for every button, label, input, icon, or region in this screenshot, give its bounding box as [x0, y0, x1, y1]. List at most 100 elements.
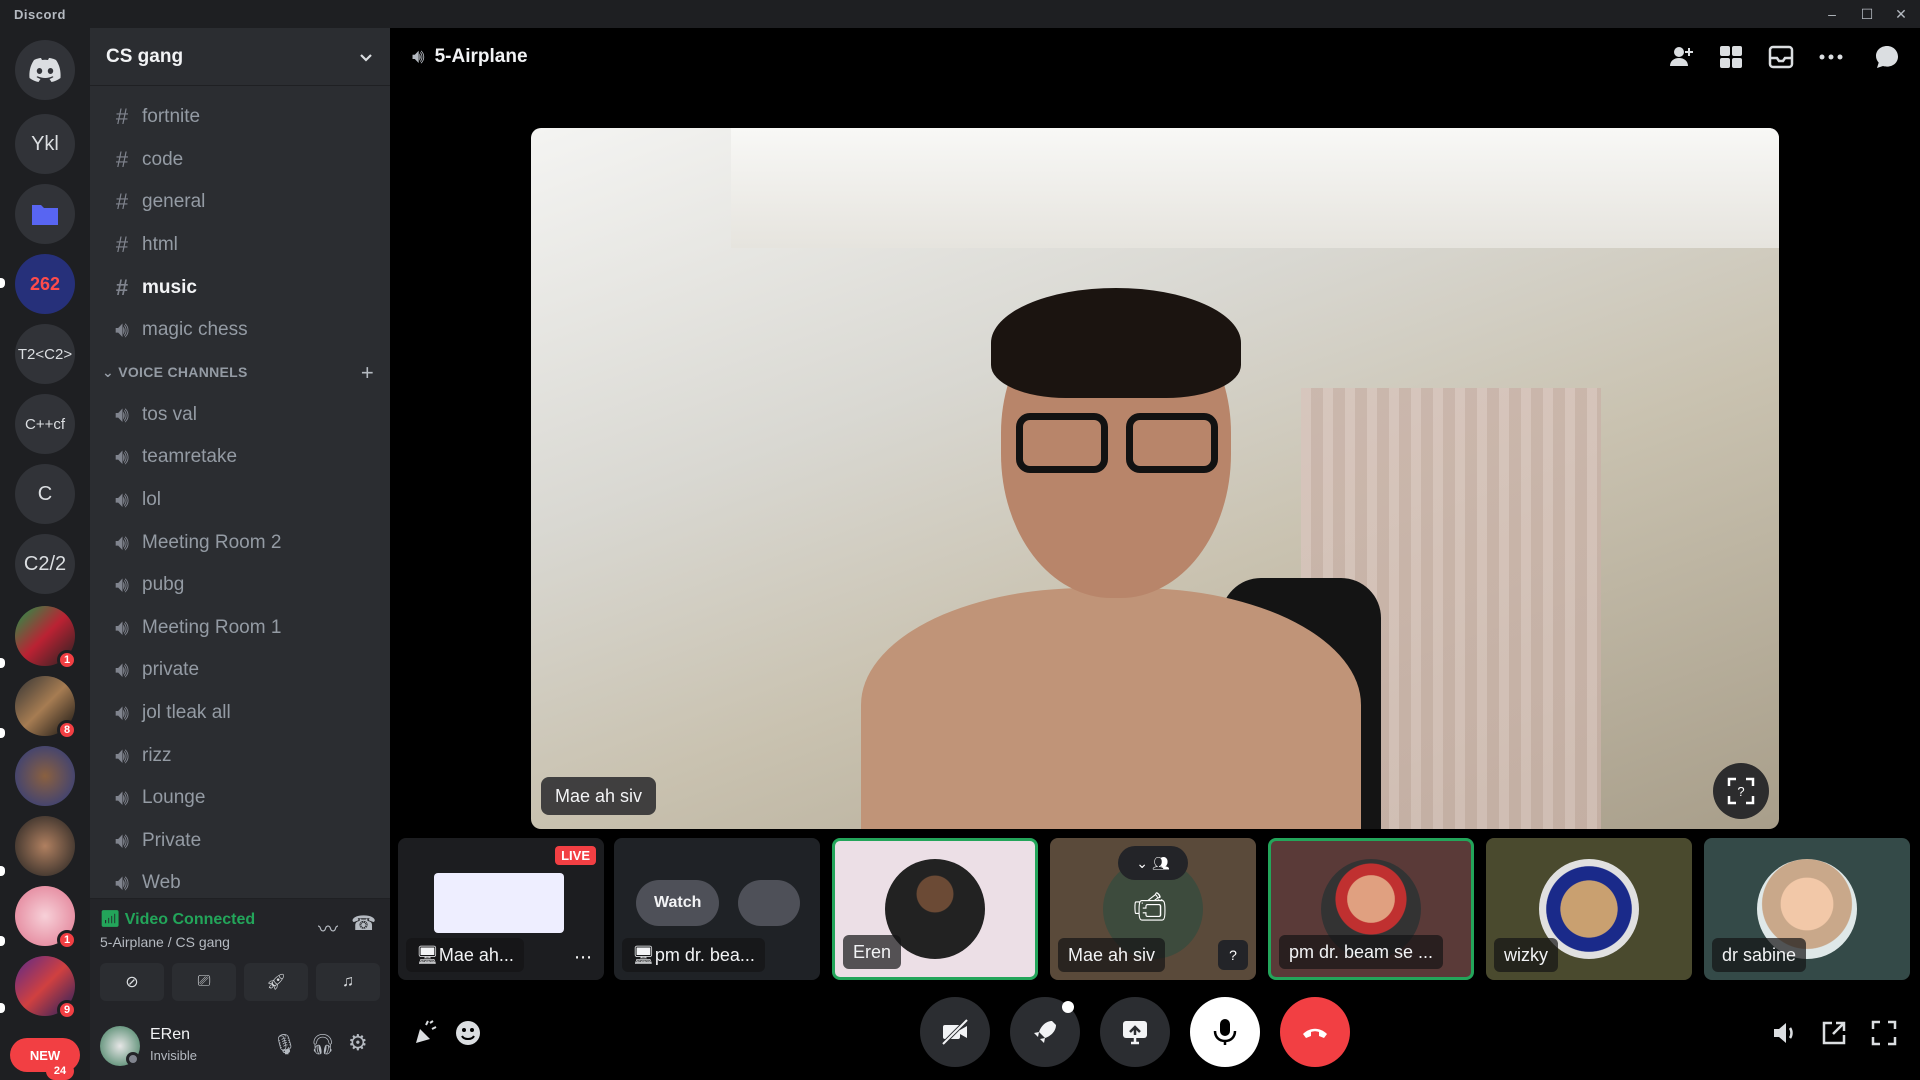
disconnect-call-button[interactable] — [1280, 997, 1350, 1067]
server-ykl[interactable]: Ykl — [15, 114, 75, 174]
server-avatar-3[interactable] — [15, 746, 75, 806]
participant-tile-wizky[interactable]: wizky — [1486, 838, 1692, 980]
server-rail: Ykl 262 T2<C2> C++cf C C2/2 1 8 1 9 NEW … — [0, 28, 90, 1080]
more-options-icon[interactable]: ⋯ — [574, 947, 592, 968]
watch-stream-button[interactable]: Watch — [636, 880, 720, 926]
server-avatar-4[interactable] — [15, 816, 75, 876]
call-controls — [390, 983, 1920, 1080]
speaker-icon: 🔊︎ — [115, 657, 129, 683]
voice-channel[interactable]: 🔊︎ Lounge — [98, 777, 382, 820]
server-avatar-1[interactable]: 1 — [15, 606, 77, 670]
camera-off-button[interactable]: ⊘ — [100, 963, 164, 1001]
inbox-icon[interactable] — [1768, 44, 1794, 70]
voice-category-header[interactable]: ⌄ VOICE CHANNELS + — [98, 352, 382, 394]
popout-stream-button[interactable] — [738, 880, 800, 926]
voice-channel[interactable]: 🔊︎ pubg — [98, 564, 382, 607]
participant-tile-pm[interactable]: pm dr. beam se ... — [1268, 838, 1474, 980]
stream-tile-pm[interactable]: Watch 🖥︎ pm dr. bea... — [614, 838, 820, 980]
tile-options-pill[interactable]: ⌄ 👥︎ — [1118, 846, 1188, 880]
channel-code[interactable]: # code — [98, 139, 382, 182]
server-avatar-2[interactable]: 8 — [15, 676, 77, 740]
volume-icon[interactable] — [1770, 1019, 1798, 1047]
add-friend-icon[interactable] — [1668, 44, 1694, 70]
stream-tile-mae[interactable]: LIVE 🖥︎ Mae ah... ⋯ — [398, 838, 604, 980]
home-button[interactable] — [15, 40, 75, 100]
close-button[interactable]: ✕ — [1891, 4, 1911, 24]
voice-channel[interactable]: 🔊︎ Meeting Room 2 — [98, 521, 382, 564]
tile-label-text: pm dr. bea... — [654, 944, 755, 965]
server-c[interactable]: C — [15, 464, 75, 524]
activities-button[interactable] — [1010, 997, 1080, 1067]
more-options-icon[interactable] — [1818, 44, 1844, 70]
voice-channel[interactable]: 🔊︎ tos val — [98, 394, 382, 437]
server-label: T2<C2> — [17, 345, 73, 363]
username[interactable]: ERen — [150, 1026, 190, 1044]
screen-share-button[interactable] — [1100, 997, 1170, 1067]
voice-status[interactable]: 📶︎ Video Connected — [100, 909, 255, 929]
voice-channel[interactable]: 🔊︎ teamretake — [98, 436, 382, 479]
minimize-button[interactable]: – — [1822, 4, 1842, 24]
channel-label: private — [142, 659, 200, 681]
headphones-icon[interactable]: 🎧︎ — [310, 1032, 335, 1057]
main-video-stage[interactable]: Mae ah siv ? — [531, 128, 1779, 829]
camera-toggle-button[interactable] — [920, 997, 990, 1067]
server-avatar-6[interactable]: 9 — [15, 956, 77, 1020]
channel-fortnite[interactable]: # fortnite — [98, 96, 382, 139]
soundboard-button[interactable]: ♫ — [316, 963, 380, 1001]
soundboard-icon[interactable] — [412, 1019, 440, 1047]
voice-channel-info[interactable]: 5-Airplane / CS gang — [100, 934, 230, 950]
channel-html[interactable]: # html — [98, 224, 382, 267]
channel-general[interactable]: # general — [98, 181, 382, 224]
unread-pill — [0, 1003, 5, 1013]
activity-button[interactable]: 🚀︎ — [244, 963, 308, 1001]
grid-layout-icon[interactable] — [1718, 44, 1744, 70]
guild-header[interactable]: CS gang — [90, 28, 390, 86]
channel-label: html — [142, 234, 178, 256]
server-folder[interactable] — [15, 184, 75, 244]
channel-label: Lounge — [142, 787, 206, 809]
screen-share-icon: ⎚ — [197, 973, 211, 990]
gear-icon[interactable]: ⚙ — [348, 1030, 368, 1056]
chat-bubble-icon[interactable] — [1874, 44, 1900, 70]
popout-icon[interactable] — [1820, 1019, 1848, 1047]
participant-tile-eren[interactable]: Eren — [832, 838, 1038, 980]
add-channel-icon[interactable]: + — [361, 360, 374, 386]
channel-magic-chess[interactable]: 🔊︎ magic chess — [98, 309, 382, 352]
hashtag-icon: # — [115, 274, 129, 300]
focus-toggle-button[interactable]: ? — [1713, 763, 1769, 819]
chevron-down-icon — [360, 53, 372, 62]
participant-tile-mae[interactable]: ⌄ 👥︎ 📹︎ Mae ah siv ? — [1050, 838, 1256, 980]
server-262[interactable]: 262 — [15, 254, 75, 314]
server-avatar-5[interactable]: 1 — [15, 886, 77, 950]
fullscreen-icon[interactable] — [1870, 1019, 1898, 1047]
participant-tile-sabine[interactable]: dr sabine — [1704, 838, 1910, 980]
server-t2c2[interactable]: T2<C2> — [15, 324, 75, 384]
voice-channel[interactable]: 🔊︎ Private — [98, 820, 382, 863]
channel-music[interactable]: # music — [98, 266, 382, 309]
voice-channel[interactable]: 🔊︎ jol tleak all — [98, 692, 382, 735]
signal-icon: 📶︎ — [100, 911, 125, 928]
channel-label: lol — [142, 489, 162, 511]
voice-channel[interactable]: 🔊︎ Meeting Room 1 — [98, 607, 382, 650]
microphone-icon[interactable]: 🎙︎ — [272, 1032, 297, 1057]
mention-badge: 9 — [57, 1000, 77, 1020]
maximize-button[interactable]: ☐ — [1857, 4, 1877, 24]
server-c22[interactable]: C2/2 — [15, 534, 75, 594]
microphone-button[interactable] — [1190, 997, 1260, 1067]
server-cppcf[interactable]: C++cf — [15, 394, 75, 454]
disconnect-icon[interactable]: ☎ — [351, 911, 376, 936]
invisible-status-dot — [126, 1052, 140, 1066]
tile-label: Mae ah siv — [1058, 938, 1166, 972]
server-label: C++cf — [24, 415, 66, 433]
voice-channel[interactable]: 🔊︎ private — [98, 649, 382, 692]
channel-list: # fortnite # code # general # html # music 🔊︎… — [98, 96, 382, 905]
tile-label-text: Mae ah... — [438, 944, 514, 965]
voice-channel[interactable]: 🔊︎ lol — [98, 479, 382, 522]
user-panel: ERen Invisible 🎙︎ 🎧︎ ⚙ — [90, 1012, 390, 1080]
focus-icon[interactable]: ? — [1218, 940, 1248, 970]
screen-share-button[interactable]: ⎚ — [172, 963, 236, 1001]
voice-channel[interactable]: 🔊︎ rizz — [98, 734, 382, 777]
emoji-icon[interactable] — [454, 1019, 482, 1047]
noise-suppression-icon[interactable]: 〰 — [318, 913, 338, 942]
mention-badge: 1 — [57, 650, 77, 670]
